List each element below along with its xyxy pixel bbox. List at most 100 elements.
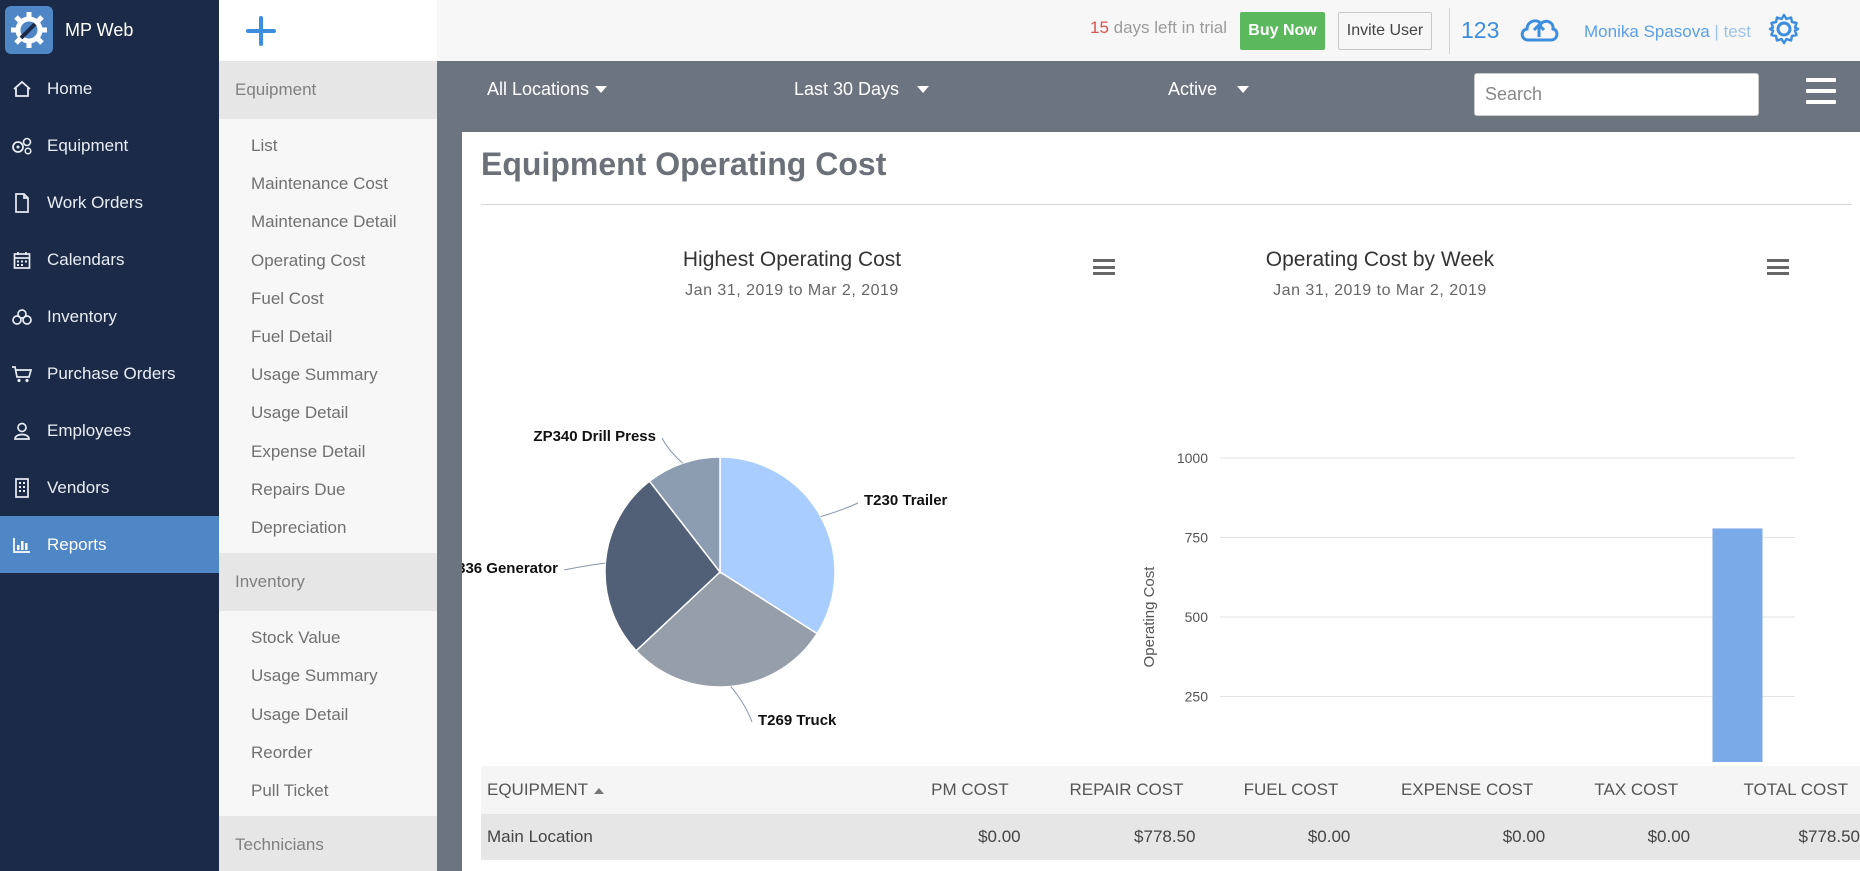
subnav-item[interactable]: Usage Detail [219,695,437,733]
user-menu[interactable]: Monika Spasova | test [1584,22,1751,42]
trial-notice: 15 days left in trial [1090,18,1227,38]
sort-asc-icon [594,787,605,794]
column-header[interactable]: TAX COST [1545,780,1690,800]
subnav-item[interactable]: Usage Summary [219,356,437,394]
subnav-top [219,0,437,61]
subnav-item[interactable]: Usage Summary [219,657,437,695]
building-icon [10,477,34,498]
pie-chart-subtitle: Jan 31, 2019 to Mar 2, 2019 [685,282,899,299]
table-cell: $778.50 [1798,827,1860,846]
column-header[interactable]: FUEL COST [1195,780,1350,800]
column-header[interactable]: TOTAL COST [1690,780,1860,800]
subnav-item[interactable]: Reorder [219,734,437,772]
location-filter-dropdown[interactable]: All Locations [487,79,608,100]
subnav-item[interactable]: List [219,127,437,165]
nav-item-vendors[interactable]: Vendors [0,459,219,516]
pie-slice-label: ZP340 Drill Press [533,428,656,445]
nav-item-purchase-orders[interactable]: Purchase Orders [0,345,219,402]
pie-connector [820,502,859,518]
trial-days: 15 [1090,18,1109,37]
subnav-item[interactable]: Operating Cost [219,242,437,280]
chart-menu-icon[interactable] [1093,259,1115,279]
document-icon [10,192,34,213]
column-header[interactable]: REPAIR COST [1021,780,1196,800]
org-name: test [1723,22,1751,41]
divider [1449,8,1450,54]
pie-slice-label: T230 Trailer [864,492,948,509]
subnav-item[interactable]: Fuel Detail [219,318,437,356]
subnav-item[interactable]: Usage Detail [219,394,437,432]
subnav-item[interactable]: Maintenance Cost [219,165,437,203]
column-header[interactable]: EXPENSE COST [1350,780,1545,800]
nav-label: Reports [47,534,107,554]
title-divider [481,204,1852,205]
search-input[interactable] [1474,73,1759,116]
nav-item-equipment[interactable]: Equipment [0,117,219,174]
nav-item-home[interactable]: Home [0,60,219,117]
subnav-item[interactable]: Expense Detail [219,433,437,471]
notification-count[interactable]: 123 [1461,17,1499,44]
table-cell: Main Location [487,827,593,846]
y-tick-label: 1000 [1177,450,1208,466]
add-icon[interactable] [244,14,278,48]
top-bar: 15 days left in trial Buy Now Invite Use… [437,0,1860,61]
pie-chart-title: Highest Operating Cost [682,248,902,271]
gear-icon[interactable] [1767,12,1801,46]
cloud-upload-icon[interactable] [1518,12,1560,46]
bar[interactable] [1712,528,1763,762]
subnav-item[interactable]: Maintenance Detail [219,203,437,241]
column-header[interactable]: PM COST [811,780,1021,800]
table-cell: $0.00 [1307,827,1351,846]
table-header: EQUIPMENT PM COST REPAIR COST FUEL COST … [481,766,1860,814]
subnav-item[interactable]: Fuel Cost [219,280,437,318]
subnav-header-technicians[interactable]: Technicians [219,816,437,871]
user-separator: | [1709,22,1724,41]
nav-item-calendars[interactable]: Calendars [0,231,219,288]
y-tick-label: 500 [1185,609,1209,625]
table-cell: $0.00 [1647,827,1691,846]
y-tick-label: 750 [1185,530,1209,546]
app-name: MP Web [65,19,134,40]
status-filter-dropdown[interactable]: Active [1168,79,1250,100]
location-filter-label: All Locations [487,79,590,99]
subnav-item[interactable]: Depreciation [219,509,437,547]
y-tick-label: 250 [1185,689,1209,705]
caret-down-icon [1237,86,1250,93]
home-icon [10,79,34,99]
brand[interactable]: MP Web [0,0,219,60]
pie-slice-label: M336 Generator [462,560,558,577]
subnav-item[interactable]: Pull Ticket [219,772,437,810]
table-cell: $0.00 [1502,827,1546,846]
pie-connector [563,562,606,571]
column-header-equipment[interactable]: EQUIPMENT [481,780,811,800]
trial-text: days left in trial [1108,18,1228,37]
pie-connector [661,437,684,464]
subnav-item[interactable]: Stock Value [219,619,437,657]
nav-label: Purchase Orders [47,363,176,383]
period-filter-dropdown[interactable]: Last 30 Days [794,79,930,100]
subnav-item[interactable]: Repairs Due [219,471,437,509]
status-filter-label: Active [1168,79,1218,99]
user-name: Monika Spasova [1584,22,1710,41]
nav-item-inventory[interactable]: Inventory [0,288,219,345]
nav-item-work-orders[interactable]: Work Orders [0,174,219,231]
nav-item-employees[interactable]: Employees [0,402,219,459]
invite-user-button[interactable]: Invite User [1338,12,1432,50]
table-row[interactable]: Main Location $0.00 $778.50 $0.00 $0.00 … [481,814,1860,860]
cart-icon [10,364,34,384]
subnav-header-equipment[interactable]: Equipment [219,61,437,119]
operating-cost-table: EQUIPMENT PM COST REPAIR COST FUEL COST … [481,766,1860,860]
bar-chart: 025050075010001/28/192/4/192/11/192/18/1… [1142,450,1795,762]
table-cell: $0.00 [978,827,1021,846]
nav-label: Work Orders [47,192,144,212]
chart-menu-icon[interactable] [1767,259,1789,279]
nav-item-reports[interactable]: Reports [0,516,219,573]
subnav-header-inventory[interactable]: Inventory [219,553,437,612]
buy-now-button[interactable]: Buy Now [1240,12,1325,50]
menu-icon[interactable] [1806,78,1836,108]
main-nav: MP Web Home Equipment Work Orders Calend… [0,0,219,871]
period-filter-label: Last 30 Days [794,79,900,99]
caret-down-icon [595,86,608,93]
inventory-report-list: Stock Value Usage Summary Usage Detail R… [219,611,437,816]
pie-slice-label: T269 Truck [758,712,837,729]
